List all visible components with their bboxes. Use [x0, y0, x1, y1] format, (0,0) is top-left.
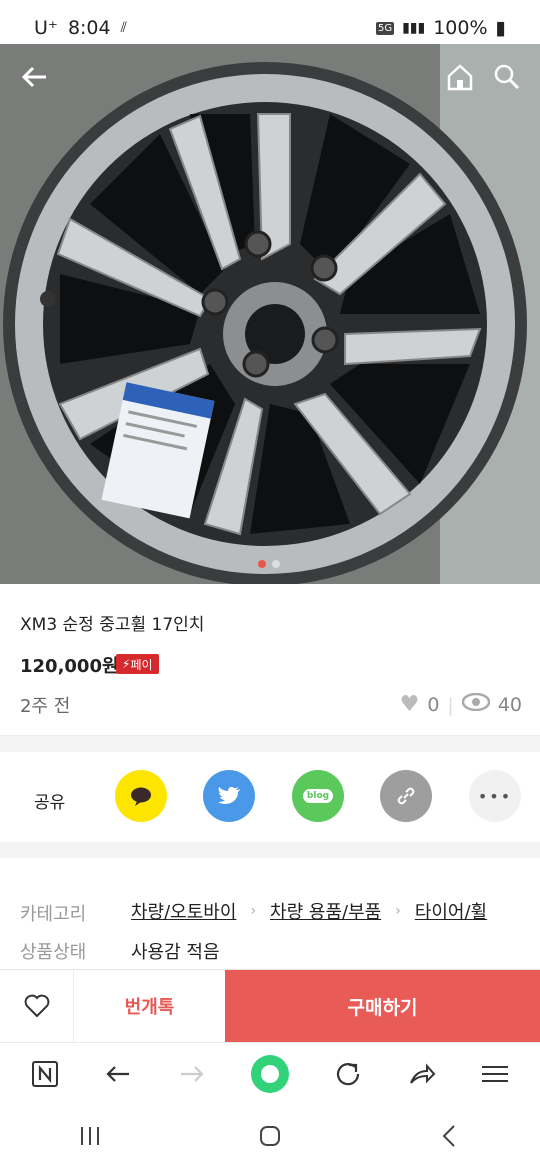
eye-icon — [461, 692, 491, 716]
product-price: 120,000원 — [20, 656, 119, 677]
signal-icon: ▮▮▮ — [402, 20, 426, 36]
chevron-right-icon: › — [395, 903, 401, 919]
search-icon[interactable] — [492, 62, 522, 92]
category-link-parts[interactable]: 차량 용품/부품 — [270, 898, 381, 924]
kakao-share-button[interactable] — [115, 770, 167, 822]
green-dot-icon[interactable] — [250, 1054, 290, 1098]
favorite-button[interactable] — [0, 970, 74, 1042]
network-badge: 5G — [375, 21, 395, 35]
category-label: 카테고리 — [20, 904, 87, 925]
like-count: 0 — [427, 693, 440, 716]
product-image[interactable] — [0, 44, 540, 584]
condition-label: 상품상태 — [20, 942, 87, 963]
more-share-button[interactable]: ••• — [469, 770, 521, 822]
kakao-icon — [131, 787, 151, 806]
recent-apps-icon[interactable] — [78, 1125, 102, 1153]
clock: 8:04 — [67, 17, 111, 39]
twitter-share-button[interactable] — [203, 770, 255, 822]
battery-icon: ▮ — [495, 17, 506, 39]
heart-outline-icon — [24, 994, 49, 1018]
share-row: 공유 blog ••• — [0, 752, 540, 842]
action-bar: 번개톡 구매하기 — [0, 969, 540, 1042]
image-pagination — [258, 560, 280, 568]
browser-toolbar — [0, 1042, 540, 1108]
pay-badge: ⚡ 페이 — [116, 654, 159, 674]
menu-icon[interactable] — [480, 1059, 510, 1093]
battery-level: 100% — [433, 17, 488, 39]
more-icon: ••• — [477, 786, 513, 806]
refresh-icon[interactable] — [333, 1059, 363, 1093]
blog-icon: blog — [302, 789, 334, 803]
system-back-icon[interactable] — [438, 1124, 462, 1154]
share-label: 공유 — [34, 793, 66, 813]
carrier-label: U⁺ — [34, 17, 58, 39]
chat-button[interactable]: 번개톡 — [74, 970, 225, 1042]
data-icon: ⫽ — [120, 20, 127, 36]
view-count: 40 — [497, 693, 522, 716]
divider: | — [447, 693, 454, 716]
link-icon — [397, 787, 415, 805]
product-stats: ♥ 0 | 40 — [400, 692, 522, 717]
section-gap — [0, 736, 540, 752]
buy-button[interactable]: 구매하기 — [225, 970, 540, 1042]
posted-time: 2주 전 — [20, 696, 71, 717]
back-icon[interactable] — [103, 1059, 133, 1093]
wheel-illustration — [0, 44, 540, 584]
system-navigation — [0, 1108, 540, 1170]
section-gap — [0, 842, 540, 858]
product-title: XM3 순정 중고휠 17인치 — [20, 615, 205, 635]
category-link-tires[interactable]: 타이어/휠 — [415, 898, 487, 924]
share-icon[interactable] — [407, 1059, 437, 1093]
category-breadcrumb: 차량/오토바이 › 차량 용품/부품 › 타이어/휠 — [131, 898, 487, 924]
home-button-icon[interactable] — [258, 1124, 282, 1154]
condition-value: 사용감 적음 — [131, 942, 220, 963]
page-dot — [272, 560, 280, 568]
blog-share-button[interactable]: blog — [292, 770, 344, 822]
home-icon[interactable] — [445, 62, 475, 92]
pay-badge-label: 페이 — [130, 657, 153, 672]
twitter-icon — [218, 787, 240, 804]
forward-icon[interactable] — [177, 1059, 207, 1093]
chevron-right-icon: › — [250, 903, 257, 919]
page-dot-active — [258, 560, 266, 568]
copy-link-button[interactable] — [380, 770, 432, 822]
naver-home-icon[interactable] — [30, 1059, 60, 1093]
lightning-icon: ⚡ — [122, 657, 131, 671]
category-link-vehicle[interactable]: 차량/오토바이 — [131, 898, 236, 924]
heart-icon: ♥ — [399, 692, 420, 717]
back-arrow-icon[interactable] — [20, 62, 50, 92]
